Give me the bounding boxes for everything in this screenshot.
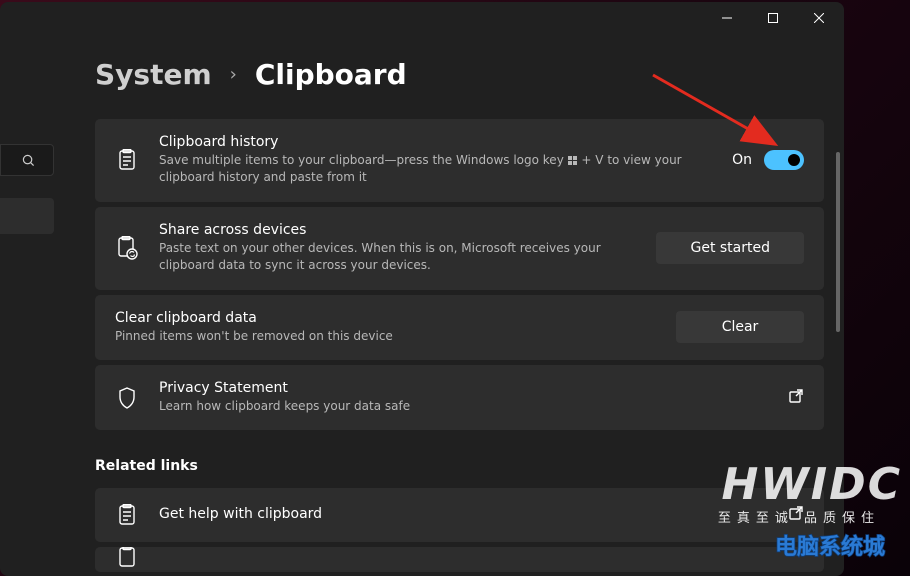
clipboard-history-toggle[interactable] bbox=[764, 150, 804, 170]
windows-key-icon bbox=[568, 156, 578, 166]
external-link-icon bbox=[788, 505, 804, 525]
clipboard-history-desc: Save multiple items to your clipboard—pr… bbox=[159, 152, 712, 187]
privacy-title: Privacy Statement bbox=[159, 380, 768, 396]
share-devices-title: Share across devices bbox=[159, 222, 636, 238]
clipboard-icon bbox=[115, 148, 139, 172]
breadcrumb: System › Clipboard bbox=[95, 58, 824, 91]
scrollbar[interactable] bbox=[836, 152, 840, 332]
chevron-right-icon: › bbox=[230, 64, 237, 85]
get-started-button[interactable]: Get started bbox=[656, 232, 804, 264]
maximize-button[interactable] bbox=[750, 2, 796, 34]
get-help-title: Get help with clipboard bbox=[159, 506, 768, 522]
external-link-icon bbox=[788, 388, 804, 408]
clear-clipboard-desc: Pinned items won't be removed on this de… bbox=[115, 328, 656, 345]
clipboard-history-title: Clipboard history bbox=[159, 134, 712, 150]
clipboard-icon bbox=[115, 547, 139, 569]
privacy-desc: Learn how clipboard keeps your data safe bbox=[159, 398, 768, 415]
toggle-state-label: On bbox=[732, 152, 752, 168]
shield-icon bbox=[115, 386, 139, 410]
breadcrumb-parent[interactable]: System bbox=[95, 58, 212, 91]
clipboard-sync-icon bbox=[115, 236, 139, 260]
minimize-button[interactable] bbox=[704, 2, 750, 34]
settings-window: System › Clipboard Clipboard history Sav… bbox=[0, 2, 844, 576]
clipboard-icon bbox=[115, 503, 139, 527]
related-links-heading: Related links bbox=[95, 458, 824, 474]
partial-card[interactable] bbox=[95, 547, 824, 572]
titlebar bbox=[0, 2, 844, 34]
clipboard-history-card[interactable]: Clipboard history Save multiple items to… bbox=[95, 119, 824, 202]
share-devices-desc: Paste text on your other devices. When t… bbox=[159, 240, 636, 275]
clear-clipboard-title: Clear clipboard data bbox=[115, 310, 656, 326]
clear-clipboard-card: Clear clipboard data Pinned items won't … bbox=[95, 295, 824, 360]
privacy-statement-card[interactable]: Privacy Statement Learn how clipboard ke… bbox=[95, 365, 824, 430]
share-devices-card[interactable]: Share across devices Paste text on your … bbox=[95, 207, 824, 290]
clear-button[interactable]: Clear bbox=[676, 311, 804, 343]
content-area: System › Clipboard Clipboard history Sav… bbox=[0, 34, 844, 576]
close-button[interactable] bbox=[796, 2, 842, 34]
page-title: Clipboard bbox=[255, 58, 407, 91]
get-help-card[interactable]: Get help with clipboard bbox=[95, 488, 824, 542]
